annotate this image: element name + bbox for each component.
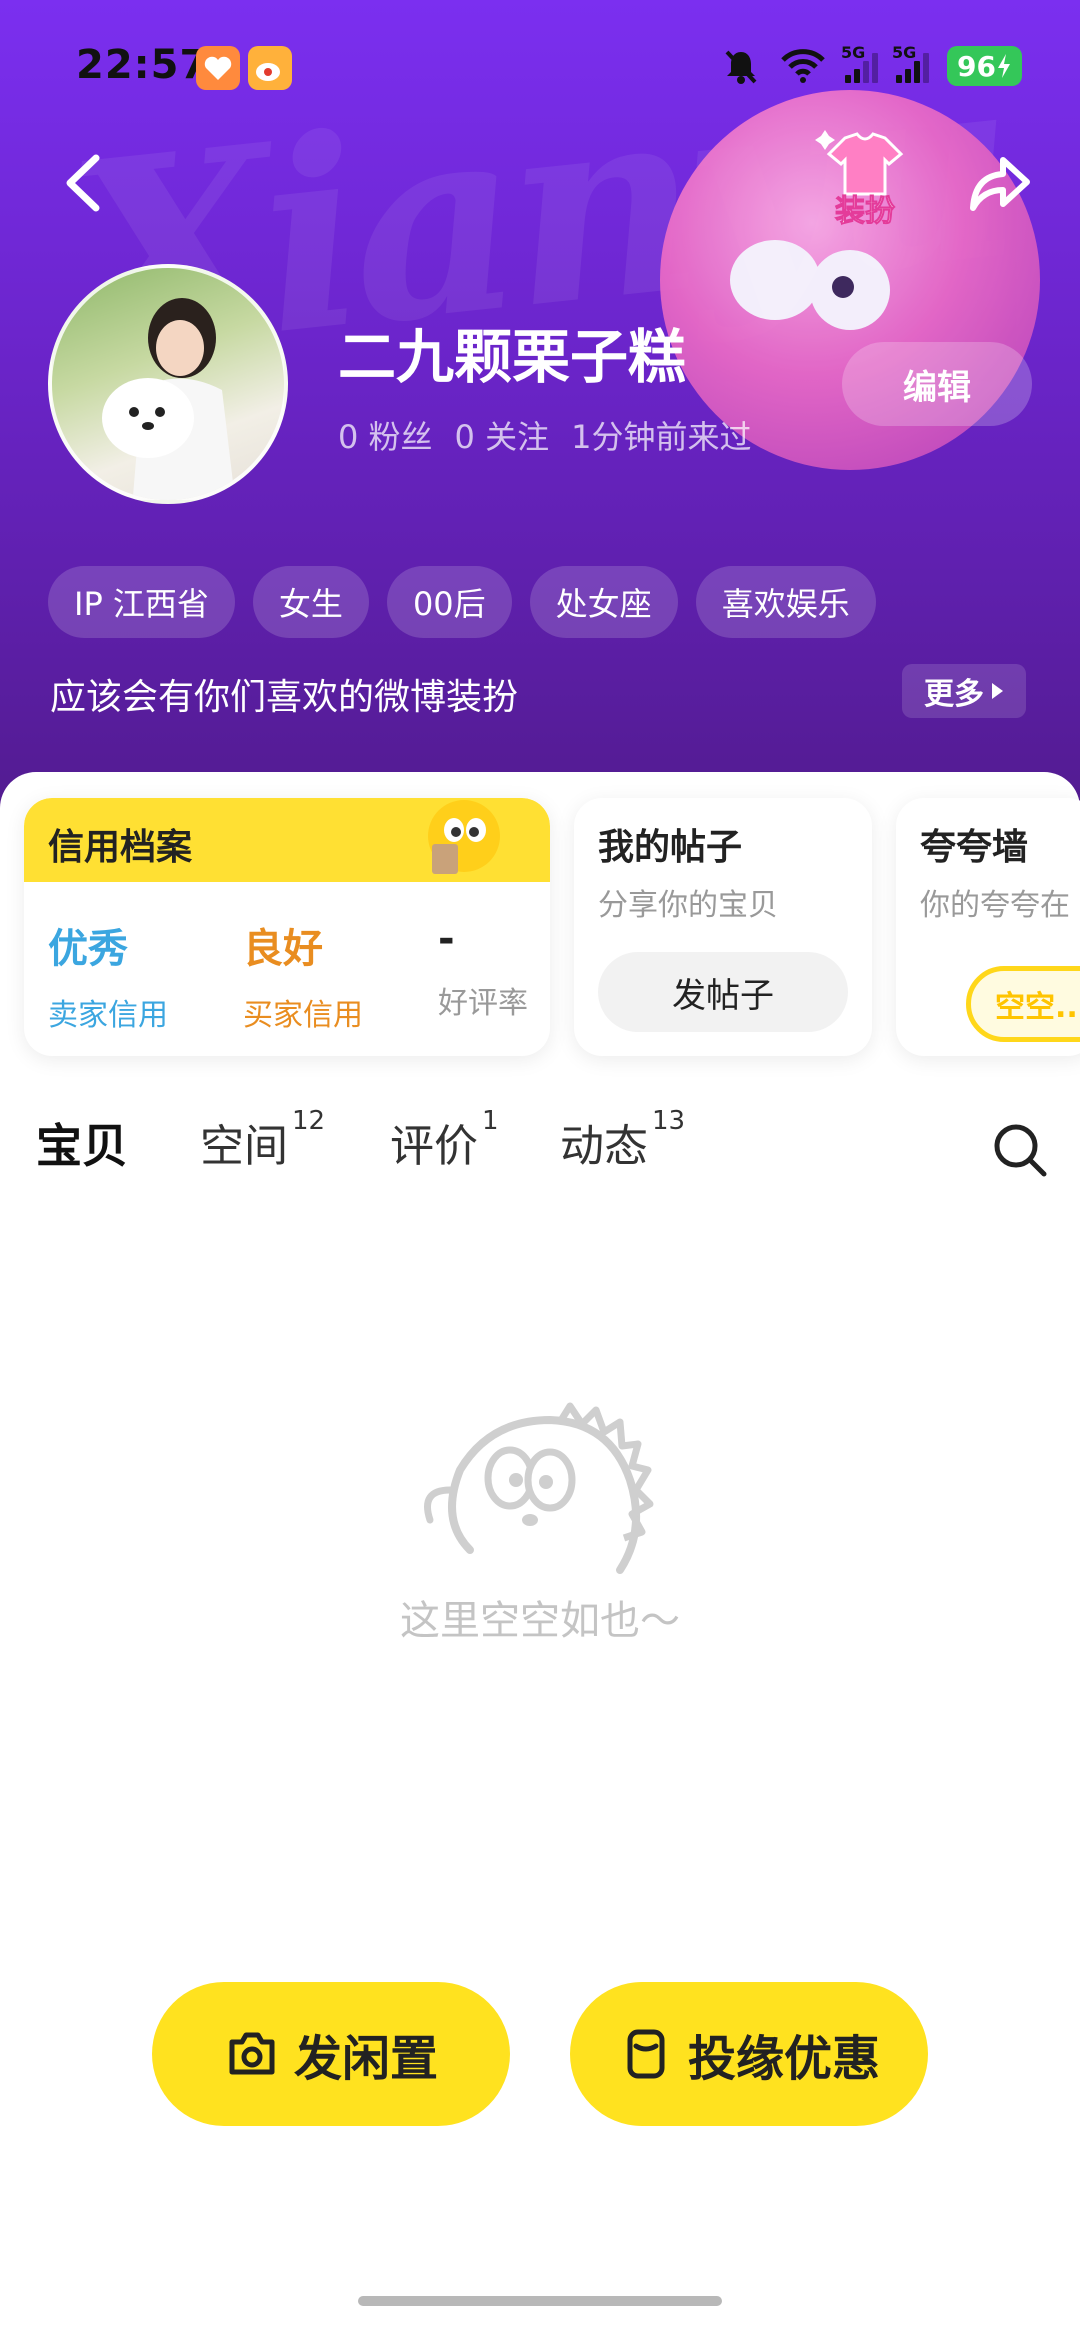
triangle-right-icon <box>992 683 1003 699</box>
dress-up-label: 装扮 <box>835 194 896 230</box>
buyer-credit: 良好 买家信用 <box>243 916 363 1034</box>
positive-rate-label: 好评率 <box>438 986 528 1021</box>
bell-muted-icon <box>725 50 757 84</box>
publish-idle-label: 发闲置 <box>293 2031 438 2087</box>
signal-strength-icon: 5G <box>841 43 879 83</box>
buyer-credit-label: 买家信用 <box>243 998 363 1033</box>
profile-stats: 0 粉丝 0 关注 1分钟前来过 <box>338 412 751 458</box>
mascot-icon <box>428 800 500 874</box>
positive-rate-value: - <box>438 916 455 962</box>
tab-reviews[interactable]: 评价 1 <box>390 1106 499 1174</box>
status-icons: 5G 5G 96 <box>721 43 1022 86</box>
camera-icon <box>229 2032 275 2075</box>
share-button[interactable] <box>965 150 1035 216</box>
network-type-label: 5G <box>841 43 866 62</box>
credit-card[interactable]: 信用档案 优秀 卖家信用 良好 买家信用 - 好评率 <box>24 798 550 1056</box>
profile-bio: 应该会有你们喜欢的微博装扮 <box>50 677 519 718</box>
home-indicator[interactable] <box>358 2296 722 2306</box>
avatar-photo <box>102 298 236 500</box>
praise-wall-card[interactable]: 夸夸墙 你的夸夸在 空空... <box>896 798 1080 1056</box>
credit-card-title: 信用档案 <box>48 827 193 868</box>
tab-label: 动态 <box>560 1121 648 1172</box>
tab-label: 评价 <box>390 1121 478 1172</box>
tab-label: 空间 <box>200 1121 288 1172</box>
send-discount-label: 投缘优惠 <box>687 2031 880 2087</box>
send-discount-button[interactable]: 投缘优惠 <box>570 1982 928 2126</box>
posts-card-subtitle: 分享你的宝贝 <box>598 888 778 923</box>
praise-wall-title: 夸夸墙 <box>920 827 1029 868</box>
tab-count: 12 <box>292 1106 326 1136</box>
buyer-credit-value: 良好 <box>243 926 323 972</box>
coupon-icon <box>627 2029 665 2079</box>
tag-interest[interactable]: 喜欢娱乐 <box>695 566 876 638</box>
share-icon <box>970 157 1030 211</box>
tag-zodiac[interactable]: 处女座 <box>529 566 678 638</box>
tag-gender[interactable]: 女生 <box>252 566 369 638</box>
credit-card-header: 信用档案 <box>24 798 550 882</box>
followers-count[interactable]: 0 粉丝 <box>338 412 433 458</box>
status-time: 22:57 <box>76 42 209 88</box>
search-button[interactable] <box>990 1120 1050 1180</box>
posts-card[interactable]: 我的帖子 分享你的宝贝 发帖子 <box>574 798 872 1056</box>
tab-count: 13 <box>652 1106 686 1136</box>
praise-wall-subtitle: 你的夸夸在 <box>920 888 1070 923</box>
seller-credit-value: 优秀 <box>48 926 128 972</box>
health-app-icon <box>196 46 240 90</box>
charging-icon <box>998 54 1010 78</box>
edit-profile-button[interactable]: 编辑 <box>842 342 1032 426</box>
wifi-icon <box>781 49 825 83</box>
tab-space[interactable]: 空间 12 <box>200 1106 325 1174</box>
publish-idle-button[interactable]: 发闲置 <box>152 1982 510 2126</box>
tag-location[interactable]: IP 江西省 <box>48 566 235 638</box>
profile-tabs: 宝贝 空间 12 评价 1 动态 13 <box>0 1106 1080 1210</box>
search-icon <box>994 1124 1047 1177</box>
weibo-app-icon <box>248 46 292 90</box>
praise-bubble: 空空... <box>966 966 1080 1042</box>
network-type-label: 5G <box>892 43 917 62</box>
empty-state-illustration <box>424 1402 654 1574</box>
seller-credit: 优秀 卖家信用 <box>48 916 168 1034</box>
tab-activity[interactable]: 动态 13 <box>560 1106 685 1174</box>
positive-rate: - 好评率 <box>438 916 528 1034</box>
seller-credit-label: 卖家信用 <box>48 998 168 1033</box>
tag-age[interactable]: 00后 <box>386 566 512 638</box>
tab-label: 宝贝 <box>36 1119 128 1173</box>
create-post-button[interactable]: 发帖子 <box>598 952 848 1032</box>
signal-strength-icon: 5G <box>892 43 930 83</box>
empty-state-text: 这里空空如也～ <box>400 1598 680 1644</box>
more-button[interactable]: 更多 <box>902 664 1026 718</box>
tab-items[interactable]: 宝贝 <box>36 1110 128 1180</box>
posts-card-title: 我的帖子 <box>598 827 743 868</box>
avatar[interactable] <box>48 264 288 504</box>
tab-count: 1 <box>482 1106 499 1136</box>
following-count[interactable]: 0 关注 <box>455 412 550 458</box>
dress-up-button[interactable]: 装扮 <box>815 130 915 230</box>
back-button[interactable] <box>58 150 108 216</box>
last-seen: 1分钟前来过 <box>571 418 752 456</box>
battery-indicator: 96 <box>947 46 1022 86</box>
profile-tags: IP 江西省 女生 00后 处女座 喜欢娱乐 <box>48 566 876 638</box>
chevron-left-icon <box>66 154 100 212</box>
battery-level: 96 <box>957 49 996 83</box>
profile-name: 二九颗栗子糕 <box>338 323 687 391</box>
more-label: 更多 <box>924 677 984 712</box>
profile-header: Xianyu 22:57 5G 5G 96 装扮 二九颗栗子糕 0 粉丝 0 关… <box>0 0 1080 820</box>
